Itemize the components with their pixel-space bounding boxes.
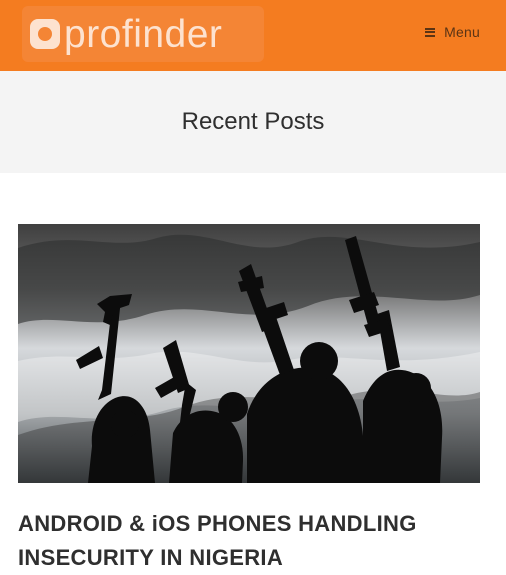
logo-text: profinder [64,12,223,56]
recent-post: ANDROID & iOS PHONES HANDLING INSECURITY… [0,173,506,570]
page-title: Recent Posts [181,108,325,135]
menu-label: Menu [444,24,480,40]
post-featured-image[interactable] [18,224,480,483]
site-logo[interactable]: profinder [22,6,264,62]
profinder-logo-icon [30,19,60,49]
armed-silhouettes-image [18,224,480,483]
hamburger-icon [425,27,436,37]
page-hero: Recent Posts [0,71,506,173]
menu-button[interactable]: Menu [425,24,480,40]
site-header: profinder Menu [0,0,506,71]
post-title-link[interactable]: ANDROID & iOS PHONES HANDLING INSECURITY… [18,507,488,575]
